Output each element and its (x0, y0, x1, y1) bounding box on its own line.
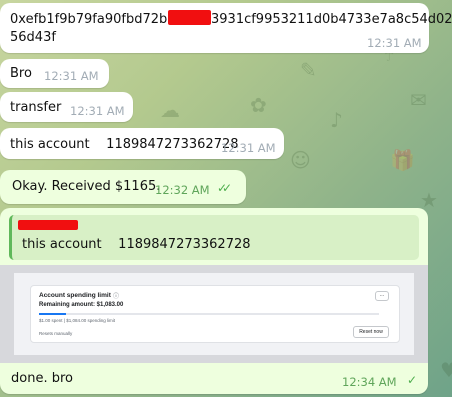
gift-icon: 🎁 (390, 148, 415, 172)
double-check-icon: ✓✓ (217, 181, 232, 195)
doodle-icon: ☺ (290, 148, 311, 172)
reply-text: this account 1189847273362728 (22, 237, 251, 252)
doodle-icon: ✉ (410, 88, 427, 112)
message-text: done. bro (11, 371, 73, 386)
check-icon: ✓ (407, 373, 418, 387)
reset-note: Resets manually (39, 331, 73, 336)
doodle-icon: ✎ (300, 58, 317, 82)
message-text: this account 1189847273362728 (10, 137, 239, 152)
spending-limit-card: Account spending limit ⓘ Remaining amoun… (30, 285, 400, 343)
card-title: Account spending limit (39, 292, 111, 299)
spending-progress (39, 313, 379, 315)
message-text: Okay. Received $1165. (12, 179, 161, 194)
doodle-icon: ✿ (250, 93, 267, 117)
message-bubble-incoming[interactable]: 0xefb1f9b79fa90fbd72bdf8 3931cf9953211d0… (0, 3, 452, 53)
attached-screenshot[interactable]: Account spending limit ⓘ Remaining amoun… (0, 265, 428, 363)
screenshot-page: Account spending limit ⓘ Remaining amoun… (14, 273, 414, 355)
message-bubble-incoming[interactable]: Bro 12:31 AM (0, 59, 109, 88)
remaining-amount: Remaining amount: $1,083.00 (39, 302, 124, 308)
info-icon: ⓘ (113, 294, 120, 300)
doodle-icon: ★ (420, 188, 438, 212)
doodle-icon: ♪ (330, 108, 343, 132)
message-time: 12:32 AM (155, 183, 210, 197)
message-bubble-incoming[interactable]: this account 1189847273362728 12:31 AM (0, 128, 284, 159)
message-time: 12:31 AM (44, 69, 99, 83)
message-text: 56d43f (10, 30, 56, 45)
reset-now-button[interactable]: Reset now (353, 326, 389, 338)
message-bubble-outgoing[interactable]: Okay. Received $1165. 12:32 AM ✓✓ (0, 170, 246, 204)
message-text: Bro (10, 66, 32, 81)
message-text: 3931cf9953211d0b4733e7a8c54d02 (211, 12, 452, 27)
menu-button[interactable]: ··· (375, 291, 389, 301)
spending-detail: $1.00 spent | $1,084.00 spending limit (39, 318, 115, 323)
message-text: 0xefb1f9b79fa90fbd72bdf8 (10, 12, 189, 27)
message-time: 12:31 AM (70, 104, 125, 118)
message-bubble-incoming[interactable]: transfer 12:31 AM (0, 92, 133, 122)
doodle-icon: ♥ (440, 358, 452, 382)
spending-progress-fill (39, 313, 67, 315)
redaction-mark (168, 10, 211, 25)
message-time: 12:34 AM (342, 375, 397, 389)
message-bubble-outgoing[interactable]: this account 1189847273362728 Account sp… (0, 208, 428, 394)
redaction-mark (18, 220, 78, 230)
message-time: 12:31 AM (221, 141, 276, 155)
message-text: transfer (10, 100, 62, 115)
doodle-icon: ☁ (160, 98, 180, 122)
reply-quote[interactable]: this account 1189847273362728 (9, 215, 419, 260)
message-time: 12:31 AM (367, 36, 422, 50)
